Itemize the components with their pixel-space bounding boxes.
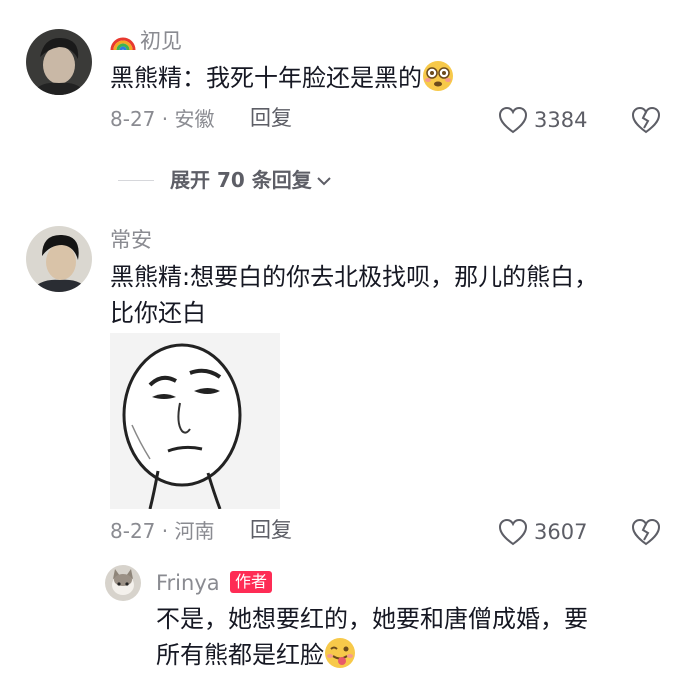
chevron-down-icon (316, 170, 332, 190)
heart-outline-icon (498, 518, 528, 546)
avatar[interactable] (26, 29, 92, 95)
meme-image[interactable] (110, 333, 280, 509)
avatar[interactable] (105, 565, 141, 601)
expand-replies-label: 展开 70 条回复 (170, 168, 312, 192)
comment-username[interactable]: 初见 (110, 30, 182, 52)
avatar[interactable] (26, 226, 92, 292)
author-badge: 作者 (230, 571, 273, 593)
dislike-button[interactable] (631, 518, 661, 546)
username-text: 初见 (140, 28, 182, 53)
like-button[interactable]: 3384 (498, 106, 587, 134)
broken-heart-icon (631, 106, 661, 134)
comment-text: 黑熊精:想要白的你去北极找呗，那儿的熊白， 比你还白 (110, 263, 599, 327)
reply-username[interactable]: Frinya (156, 573, 220, 594)
like-button[interactable]: 3607 (498, 518, 587, 546)
like-count: 3607 (534, 519, 588, 544)
rainbow-icon (110, 30, 136, 52)
comment-meta: 8-27 · 安徽 (110, 107, 215, 131)
flushed-face-emoji (422, 60, 454, 92)
reply-button[interactable]: 回复 (250, 108, 292, 129)
reply-button[interactable]: 回复 (250, 520, 292, 541)
broken-heart-icon (631, 518, 661, 546)
comment-meta: 8-27 · 河南 (110, 519, 215, 543)
expand-replies-button[interactable]: 展开 70 条回复 (118, 170, 332, 190)
divider (118, 179, 154, 181)
dislike-button[interactable] (631, 106, 661, 134)
comment-list: 初见 黑熊精：我死十年脸还是黑的 8-27 · 安徽 回复 3384 展开 70… (0, 0, 690, 675)
heart-outline-icon (498, 106, 528, 134)
comment-username[interactable]: 常安 (110, 230, 152, 251)
comment-text: 黑熊精：我死十年脸还是黑的 (110, 60, 454, 96)
winking-tongue-emoji (324, 637, 356, 669)
like-count: 3384 (534, 107, 588, 132)
reply-text: 不是，她想要红的，她要和唐僧成婚，要 所有熊都是红脸 (156, 605, 588, 669)
